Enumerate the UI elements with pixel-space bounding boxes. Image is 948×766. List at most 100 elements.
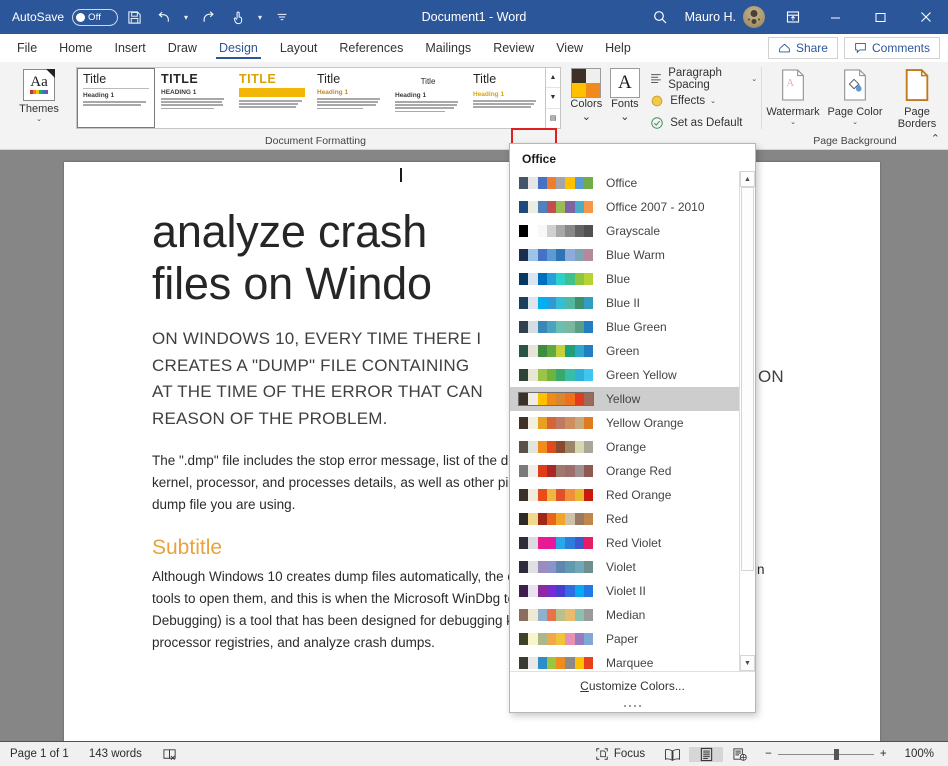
theme-colors-list[interactable]: OfficeOffice 2007 - 2010GrayscaleBlue Wa…: [510, 171, 739, 671]
gallery-item[interactable]: Title Heading 1: [467, 68, 545, 128]
page-borders-button[interactable]: Page Borders: [886, 65, 948, 130]
theme-color-item[interactable]: Blue Warm: [510, 243, 739, 267]
undo-icon[interactable]: [150, 4, 178, 30]
theme-colors-dropdown[interactable]: Office OfficeOffice 2007 - 2010Grayscale…: [509, 143, 756, 713]
maximize-button[interactable]: [858, 0, 903, 34]
tab-help[interactable]: Help: [594, 34, 642, 61]
save-icon[interactable]: [120, 4, 148, 30]
word-count[interactable]: 143 words: [79, 742, 152, 766]
read-mode-icon[interactable]: [655, 747, 689, 762]
tab-home[interactable]: Home: [48, 34, 103, 61]
theme-color-item[interactable]: Violet: [510, 555, 739, 579]
dropdown-grip-handle[interactable]: [510, 700, 755, 712]
touch-mode-chevron-down-icon[interactable]: ▾: [254, 13, 266, 22]
zoom-out-button[interactable]: −: [765, 748, 772, 760]
themes-chevron-down-icon[interactable]: ⌄: [36, 115, 42, 124]
gallery-item[interactable]: Title Heading 1: [77, 68, 155, 128]
watermark-button[interactable]: A Watermark ⌄: [762, 65, 824, 127]
theme-color-item[interactable]: Green: [510, 339, 739, 363]
theme-color-item[interactable]: Grayscale: [510, 219, 739, 243]
zoom-slider[interactable]: − +: [757, 748, 894, 760]
page-indicator[interactable]: Page 1 of 1: [0, 742, 79, 766]
effects-chevron-down-icon[interactable]: ⌄: [710, 97, 716, 105]
customize-qat-icon[interactable]: [268, 4, 296, 30]
theme-color-item[interactable]: Paper: [510, 627, 739, 651]
zoom-knob[interactable]: [834, 749, 839, 760]
page-color-chevron-down-icon[interactable]: ⌄: [852, 118, 858, 127]
zoom-track[interactable]: [778, 754, 874, 755]
theme-color-item[interactable]: Office: [510, 171, 739, 195]
zoom-level[interactable]: 100%: [895, 748, 948, 760]
tab-references[interactable]: References: [328, 34, 414, 61]
style-set-gallery[interactable]: Title Heading 1 TITLE HEADING 1 TITLE Ti…: [76, 67, 561, 129]
scroll-thumb[interactable]: [741, 187, 754, 571]
fonts-chevron-down-icon[interactable]: ⌄: [620, 110, 629, 123]
theme-color-item[interactable]: Red Violet: [510, 531, 739, 555]
print-layout-icon[interactable]: [689, 747, 723, 762]
zoom-in-button[interactable]: +: [880, 748, 887, 760]
web-layout-icon[interactable]: [723, 747, 757, 762]
tab-draw[interactable]: Draw: [157, 34, 208, 61]
theme-color-item[interactable]: Blue Green: [510, 315, 739, 339]
colors-chevron-down-icon[interactable]: ⌄: [582, 110, 591, 123]
scroll-track[interactable]: [740, 187, 755, 655]
tab-layout[interactable]: Layout: [269, 34, 329, 61]
collapse-ribbon-icon[interactable]: ⌃: [931, 132, 940, 145]
redo-icon[interactable]: [194, 4, 222, 30]
gallery-more-icon[interactable]: ▤: [546, 109, 560, 128]
gallery-scrollbar[interactable]: ▲ ▼ ▤: [545, 68, 560, 128]
theme-color-item[interactable]: Median: [510, 603, 739, 627]
theme-color-item[interactable]: Orange: [510, 435, 739, 459]
watermark-chevron-down-icon[interactable]: ⌄: [790, 118, 796, 127]
theme-color-item[interactable]: Yellow Orange: [510, 411, 739, 435]
undo-chevron-down-icon[interactable]: ▾: [180, 13, 192, 22]
paragraph-spacing-button[interactable]: Paragraph Spacing ⌄: [644, 69, 761, 89]
paragraph-spacing-chevron-down-icon[interactable]: ⌄: [751, 75, 757, 83]
tab-mailings[interactable]: Mailings: [414, 34, 482, 61]
tab-insert[interactable]: Insert: [104, 34, 157, 61]
set-as-default-button[interactable]: Set as Default: [644, 113, 761, 133]
theme-color-item[interactable]: Blue: [510, 267, 739, 291]
theme-color-item[interactable]: Violet II: [510, 579, 739, 603]
gallery-item[interactable]: TITLE HEADING 1: [155, 68, 233, 128]
focus-button[interactable]: Focus: [585, 747, 655, 761]
tab-design[interactable]: Design: [208, 34, 269, 61]
touch-mode-icon[interactable]: [224, 4, 252, 30]
theme-color-item[interactable]: Green Yellow: [510, 363, 739, 387]
gallery-scroll-up-icon[interactable]: ▲: [546, 68, 560, 88]
scroll-down-icon[interactable]: ▼: [740, 655, 755, 671]
theme-color-item[interactable]: Yellow: [510, 387, 739, 411]
tab-view[interactable]: View: [545, 34, 594, 61]
colors-button[interactable]: Colors ⌄: [567, 65, 606, 123]
close-button[interactable]: [903, 0, 948, 34]
document-page[interactable]: analyze crash files on Windo ON WINDOWS …: [64, 162, 880, 741]
share-button[interactable]: Share: [768, 37, 838, 59]
tab-file[interactable]: File: [6, 34, 48, 61]
dropdown-scrollbar[interactable]: ▲ ▼: [739, 171, 755, 671]
theme-color-item[interactable]: Marquee: [510, 651, 739, 671]
gallery-item[interactable]: Title Heading 1: [389, 68, 467, 128]
autosave-toggle[interactable]: Off: [72, 9, 118, 26]
customize-colors-button[interactable]: Customize Colors...: [510, 672, 755, 700]
theme-color-item[interactable]: Office 2007 - 2010: [510, 195, 739, 219]
ribbon-display-options-icon[interactable]: [773, 2, 813, 32]
minimize-button[interactable]: [813, 0, 858, 34]
fonts-button[interactable]: A Fonts ⌄: [606, 65, 645, 123]
search-icon[interactable]: [643, 2, 677, 32]
gallery-item[interactable]: TITLE: [233, 68, 311, 128]
themes-button[interactable]: Aa Themes ⌄: [8, 65, 70, 124]
gallery-item[interactable]: Title Heading 1: [311, 68, 389, 128]
tab-review[interactable]: Review: [482, 34, 545, 61]
effects-button[interactable]: Effects ⌄: [644, 91, 761, 111]
theme-color-item[interactable]: Red: [510, 507, 739, 531]
theme-color-item[interactable]: Red Orange: [510, 483, 739, 507]
comments-button[interactable]: Comments: [844, 37, 940, 59]
page-color-button[interactable]: Page Color ⌄: [824, 65, 886, 127]
theme-color-item[interactable]: Blue II: [510, 291, 739, 315]
proofing-errors-icon[interactable]: [152, 742, 188, 766]
gallery-scroll-down-icon[interactable]: ▼: [546, 88, 560, 108]
scroll-up-icon[interactable]: ▲: [740, 171, 755, 187]
account-button[interactable]: Mauro H.: [677, 6, 773, 28]
document-body[interactable]: analyze crash files on Windo ON WINDOWS …: [64, 162, 880, 654]
theme-color-item[interactable]: Orange Red: [510, 459, 739, 483]
